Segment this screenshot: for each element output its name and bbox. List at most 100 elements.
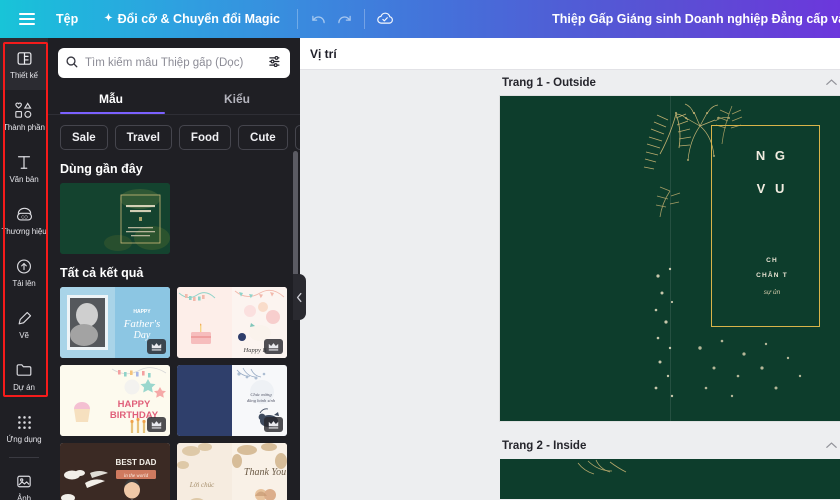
card-title-line2: V U [756,180,788,196]
rail-divider [9,457,39,458]
svg-text:HAPPY: HAPPY [133,309,151,315]
search-icon [65,55,79,72]
collapse-panel-button[interactable] [293,274,306,320]
top-bar-left-group: Tệp ✦ Đổi cỡ & Chuyển đổi Magic [0,0,398,38]
table-row[interactable]: HAPPY BIRTHDAY [60,365,170,436]
search-area [48,38,300,78]
pro-crown-icon [147,417,166,432]
photos-icon [15,472,33,491]
chip-cute[interactable]: Cute [238,125,288,150]
tab-templates[interactable]: Mẫu [48,87,174,114]
card-sub-line2: CHÂN T [756,271,788,279]
canvas-scroll-area[interactable]: Trang 1 - Outside N G V U CH CHÂN T sự ủ… [300,70,840,500]
panel-tabs: Mẫu Kiểu [48,87,300,114]
chip-sale[interactable]: Sale [60,125,108,150]
card-title-line1: N G [755,148,789,163]
text-icon [16,153,32,172]
sidebar-label-photos: Ảnh [17,493,31,500]
projects-icon [15,361,33,380]
table-row[interactable]: HAPPY Father's Day [60,287,170,358]
sidebar-label-upload: Tải lên [12,278,36,288]
sidebar-label-elements: Thành phần [3,122,45,132]
sidebar-item-photos[interactable]: Ảnh [0,461,48,500]
pro-crown-icon [264,339,283,354]
upload-icon [15,257,33,276]
sidebar-item-upload[interactable]: Tải lên [0,246,48,298]
page-header-1: Trang 1 - Outside [500,70,840,96]
list-item[interactable] [60,183,170,254]
table-row[interactable]: BEST DAD in the world [60,443,170,500]
cloud-saved-icon[interactable] [372,6,398,32]
card-caption: Thank You [244,467,286,478]
file-menu-button[interactable]: Tệp [46,6,88,32]
results-section-title: Tất cả kết quả [60,266,144,280]
card-sub-line1: CH [766,256,778,264]
card-caption: BEST DAD [116,458,157,467]
template-panel: Mẫu Kiểu Sale Travel Food Cute Mo Dùng g… [48,38,300,500]
chevron-up-icon[interactable] [825,439,838,453]
sidebar-label-draw: Vẽ [19,330,29,340]
page-header-2: Trang 2 - Inside [500,433,840,459]
draw-icon [16,309,33,328]
active-tab-indicator [60,111,165,114]
editor-main: Vị trí Trang 1 - Outside N G V U CH CHÂN… [300,38,840,500]
pro-crown-icon [147,339,166,354]
sidebar-item-apps[interactable]: Ứng dụng [0,402,48,454]
table-row[interactable]: Happy B [177,287,287,358]
search-input[interactable] [85,57,262,69]
magic-resize-label: Đổi cỡ & Chuyển đổi Magic [117,12,280,26]
chip-food[interactable]: Food [178,125,232,150]
undo-icon[interactable] [305,6,331,32]
page-canvas-1[interactable]: N G V U CH CHÂN T sự ủn [500,96,840,421]
card-caption: Chúc mừng [250,392,272,397]
sparkle-icon: ✦ [104,13,113,24]
apps-icon [16,413,33,432]
toolbar-divider [297,9,298,29]
sidebar-label-text: Văn bản [9,174,39,184]
sidebar-label-projects: Dự án [13,382,35,392]
left-rail: Thiết kế Thành phần Văn bản CO Thương hi… [0,38,48,500]
template-results-grid: HAPPY Father's Day Happy B HAPPY BIRTHDA… [48,287,300,500]
sidebar-item-design[interactable]: Thiết kế [0,38,48,90]
page-title-2: Trang 2 - Inside [502,440,587,452]
page-canvas-2[interactable] [500,459,840,499]
chip-travel[interactable]: Travel [114,125,172,150]
sidebar-item-draw[interactable]: Vẽ [0,298,48,350]
toolbar-divider-2 [364,9,365,29]
svg-text:Lời chúc: Lời chúc [189,481,215,489]
card-sub-line3: sự ủn [763,289,781,297]
sidebar-item-text[interactable]: Văn bản [0,142,48,194]
search-box[interactable] [58,48,290,78]
sidebar-label-apps: Ứng dụng [6,434,42,444]
category-chips: Sale Travel Food Cute Mo [48,115,300,150]
redo-icon[interactable] [331,6,357,32]
position-button[interactable]: Vị trí [310,47,337,61]
chevron-up-icon[interactable] [825,76,838,90]
pro-crown-icon [264,417,283,432]
sidebar-label-brand: Thương hiệu [1,226,47,236]
sidebar-label-design: Thiết kế [10,70,38,80]
tab-styles[interactable]: Kiểu [174,87,300,114]
svg-text:Father's: Father's [123,318,161,330]
card-fold-line [670,96,671,421]
recent-list [48,183,300,254]
hamburger-icon[interactable] [8,0,46,38]
elements-icon [14,101,34,120]
sliders-filter-icon[interactable] [268,54,283,72]
chevron-left-icon [296,292,302,302]
sidebar-item-projects[interactable]: Dự án [0,350,48,402]
svg-text:in the world: in the world [124,474,149,479]
card-caption: Happy B [243,347,267,354]
svg-text:HAPPY: HAPPY [118,399,151,410]
table-row[interactable]: Thank You Lời chúc [177,443,287,500]
sidebar-item-elements[interactable]: Thành phần [0,90,48,142]
recent-section-title: Dùng gần đây [60,162,143,176]
sidebar-item-brand[interactable]: CO Thương hiệu [0,194,48,246]
brand-icon: CO [15,205,34,224]
page-title-1: Trang 1 - Outside [502,77,596,89]
svg-text:CO: CO [21,214,28,219]
canva-editor-window: Tệp ✦ Đổi cỡ & Chuyển đổi Magic Thiệp Gấ… [0,0,840,500]
magic-resize-button[interactable]: ✦ Đổi cỡ & Chuyển đổi Magic [94,6,290,32]
top-bar: Tệp ✦ Đổi cỡ & Chuyển đổi Magic Thiệp Gấ… [0,0,840,38]
table-row[interactable]: Chúc mừng đăng bánh sinh [177,365,287,436]
